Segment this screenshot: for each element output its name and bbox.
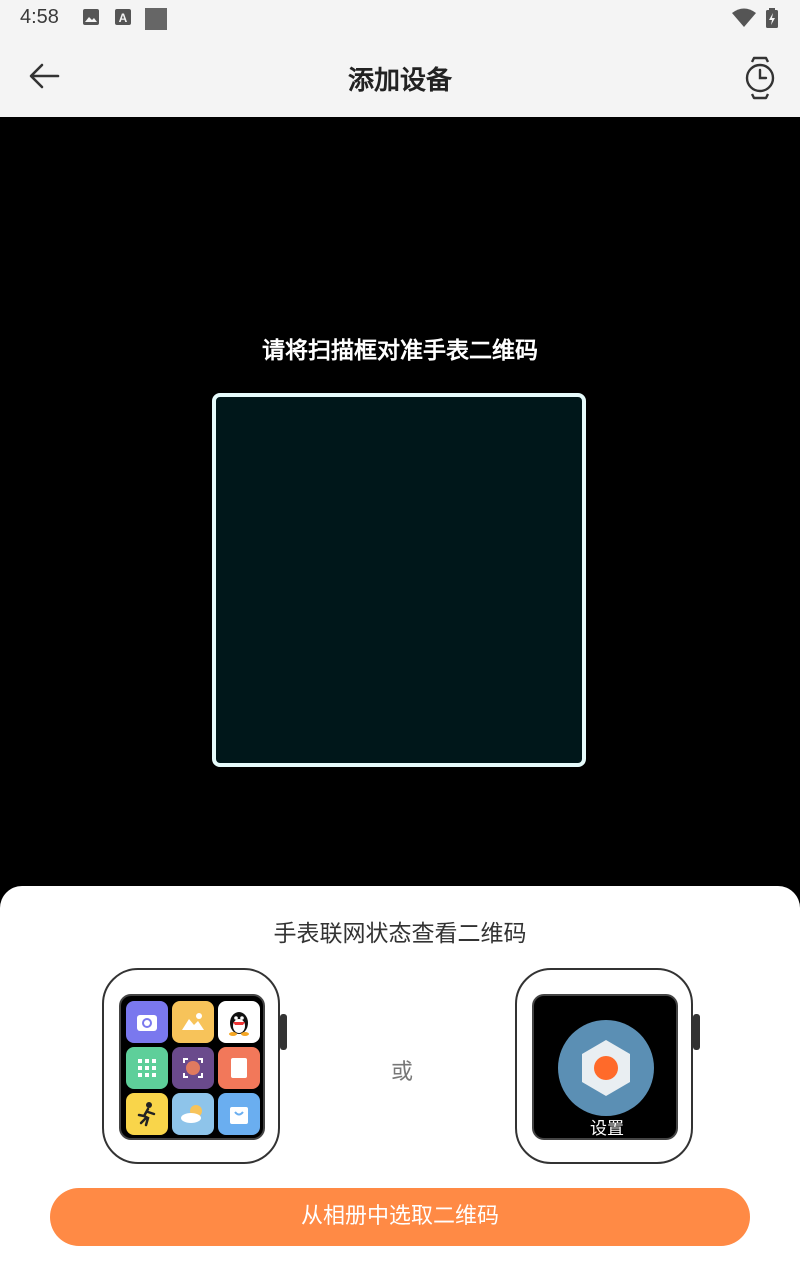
watch-settings-illustration: 设置 bbox=[515, 968, 700, 1164]
choose-from-album-button[interactable]: 从相册中选取二维码 bbox=[50, 1188, 750, 1246]
wifi-icon bbox=[732, 8, 756, 27]
watch-button[interactable] bbox=[742, 56, 782, 100]
qq-app-icon bbox=[218, 1001, 260, 1043]
store-app-icon bbox=[218, 1093, 260, 1135]
settings-label: 设置 bbox=[590, 1119, 624, 1139]
app-bar: 添加设备 bbox=[0, 36, 800, 117]
scan-hint: 请将扫描框对准手表二维码 bbox=[262, 338, 538, 364]
watch-crown bbox=[280, 1014, 287, 1050]
fitness-app-icon bbox=[126, 1093, 168, 1135]
image-icon bbox=[83, 9, 99, 25]
scanner-app-icon bbox=[172, 1047, 214, 1089]
watch-icon bbox=[745, 56, 775, 100]
page-title: 添加设备 bbox=[347, 66, 452, 96]
calculator-app-icon bbox=[126, 1047, 168, 1089]
bottom-sheet: 手表联网状态查看二维码 或 设置 从相册中选取二维码 bbox=[0, 886, 800, 1280]
camera-app-icon bbox=[126, 1001, 168, 1043]
gallery-app-icon bbox=[172, 1001, 214, 1043]
watch-crown bbox=[693, 1014, 700, 1050]
battery-charging-icon bbox=[766, 8, 778, 28]
scan-frame bbox=[212, 393, 586, 767]
watch-screen: 设置 bbox=[532, 994, 678, 1140]
text-a-icon: A bbox=[115, 9, 131, 25]
or-text: 或 bbox=[390, 1060, 413, 1085]
settings-app-icon bbox=[558, 1020, 654, 1116]
status-bar: 4:58 A bbox=[0, 0, 800, 36]
notes-app-icon bbox=[218, 1047, 260, 1089]
status-time: 4:58 bbox=[20, 6, 59, 28]
watch-screen bbox=[119, 994, 265, 1140]
gear-icon bbox=[582, 1040, 630, 1096]
svg-text:A: A bbox=[119, 11, 128, 25]
weather-app-icon bbox=[172, 1093, 214, 1135]
sheet-title: 手表联网状态查看二维码 bbox=[273, 921, 527, 947]
watch-app-grid-illustration bbox=[102, 968, 287, 1164]
square-icon bbox=[145, 8, 167, 30]
camera-preview: 请将扫描框对准手表二维码 bbox=[0, 117, 800, 897]
